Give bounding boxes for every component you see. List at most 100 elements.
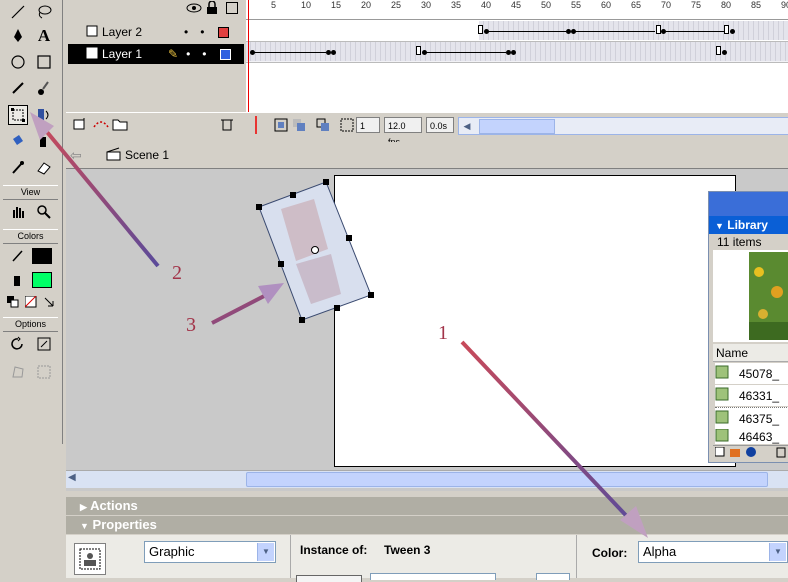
frame-track-layer-1[interactable] [246, 42, 788, 63]
ruler-tick-label: 80 [721, 0, 732, 10]
list-item[interactable]: 46331_ [715, 385, 788, 406]
new-symbol-icon[interactable] [714, 446, 725, 460]
color-effect-select[interactable]: Alpha ▼ [638, 541, 788, 563]
no-color-icon[interactable] [24, 295, 38, 309]
black-white-icon[interactable] [6, 295, 20, 309]
symbol-type-select[interactable]: Graphic ▼ [144, 541, 276, 563]
tools-panel: A View Colors Options [0, 0, 63, 444]
new-folder-icon[interactable] [729, 446, 741, 461]
current-frame-field[interactable]: 1 [356, 117, 380, 133]
actions-panel-header[interactable]: ▶ Actions [66, 497, 788, 515]
paint-bucket-tool-icon[interactable] [34, 131, 54, 151]
color-effect-value: Alpha [643, 544, 677, 559]
hand-tool-icon[interactable] [8, 202, 28, 222]
rotate-skew-icon[interactable] [8, 334, 28, 354]
stage-area[interactable]: ◀ [66, 169, 788, 491]
stroke-color-swatch[interactable] [32, 248, 52, 264]
scale-icon[interactable] [34, 334, 54, 354]
free-transform-tool-icon[interactable] [8, 105, 28, 125]
secondary-field[interactable] [370, 573, 496, 580]
swap-button[interactable] [296, 575, 362, 582]
swap-colors-icon[interactable] [42, 295, 56, 309]
ruler-tick-label: 85 [751, 0, 762, 10]
eyedropper-tool-icon[interactable] [8, 157, 28, 177]
insert-folder-icon[interactable] [112, 117, 128, 134]
delete-layer-icon[interactable] [220, 117, 234, 134]
visibility-dot-icon[interactable]: • [186, 47, 190, 61]
center-frame-icon[interactable] [274, 118, 288, 135]
library-titlebar[interactable] [709, 192, 788, 216]
delete-item-icon[interactable] [775, 446, 787, 461]
library-footer [713, 445, 788, 461]
expand-arrow-icon: ▶ [80, 502, 87, 512]
scene-name[interactable]: Scene 1 [125, 148, 169, 162]
visibility-dot-icon[interactable]: • [184, 25, 188, 39]
layer-color-swatch[interactable] [220, 48, 232, 60]
properties-info-icon[interactable] [745, 446, 757, 461]
ruler-tick-label: 90 [781, 0, 788, 10]
layer-row-1[interactable]: Layer 1 ✎ • • [68, 44, 244, 64]
stage-horizontal-scrollbar[interactable]: ◀ [66, 470, 788, 488]
pen-tool-icon[interactable] [8, 26, 28, 46]
onion-skin-outlines-icon[interactable] [316, 118, 330, 135]
add-layer-icon[interactable] [72, 117, 88, 134]
frames-area[interactable]: 5 10 15 20 25 30 35 40 45 50 55 60 65 70 75 80 85 90 [246, 0, 788, 112]
layer-color-swatch[interactable] [218, 26, 230, 38]
lasso-tool-icon[interactable] [34, 2, 54, 22]
stage-scroll-thumb[interactable] [246, 472, 768, 487]
scroll-thumb[interactable] [479, 119, 555, 134]
list-item[interactable]: 46375_ [715, 407, 788, 430]
eraser-tool-icon[interactable] [34, 157, 54, 177]
transformed-instance[interactable] [66, 169, 788, 469]
brush-tool-icon[interactable] [34, 78, 54, 98]
ink-bottle-tool-icon[interactable] [8, 131, 28, 151]
back-arrow-icon[interactable]: ⇦ [70, 148, 82, 162]
lock-icon[interactable] [206, 0, 218, 18]
library-name-column[interactable]: Name [713, 344, 788, 362]
ruler-tick-label: 55 [571, 0, 582, 10]
layer-row-2[interactable]: Layer 2 • • [68, 22, 244, 42]
ruler-tick-label: 40 [481, 0, 492, 10]
playhead[interactable] [248, 0, 249, 112]
edit-multiple-frames-icon[interactable] [340, 118, 354, 135]
ruler-tick-label: 75 [691, 0, 702, 10]
lock-dot-icon[interactable]: • [200, 25, 204, 39]
frame-track-layer-2[interactable] [246, 21, 788, 42]
zoom-tool-icon[interactable] [34, 202, 54, 222]
annotation-label-3: 3 [186, 314, 196, 336]
collapse-arrow-icon: ▼ [80, 521, 89, 531]
list-item[interactable]: 45078_ [715, 363, 788, 384]
color-label: Color: [592, 546, 628, 560]
lock-dot-icon[interactable]: • [202, 47, 206, 61]
text-tool-icon[interactable]: A [34, 26, 54, 46]
ruler-tick-label: 25 [391, 0, 402, 10]
timeline-panel: Layer 2 • • Layer 1 ✎ • • 5 10 15 20 25 30 35 4… [66, 0, 788, 147]
scene-icon [106, 147, 122, 164]
chevron-down-icon[interactable]: ▼ [257, 543, 274, 561]
chevron-down-icon[interactable]: ▼ [769, 543, 786, 561]
fill-transform-tool-icon[interactable] [34, 105, 54, 125]
list-item[interactable]: 46463_ [715, 429, 788, 444]
small-field[interactable] [536, 573, 570, 580]
eye-icon[interactable] [186, 2, 202, 17]
pencil-tool-icon[interactable] [8, 78, 28, 98]
outline-icon[interactable] [226, 2, 238, 14]
oval-tool-icon[interactable] [8, 52, 28, 72]
timeline-scrollbar[interactable]: ◀ [458, 117, 788, 135]
fill-color-swatch[interactable] [32, 272, 52, 288]
properties-panel-header[interactable]: ▼ Properties [66, 516, 788, 534]
library-header[interactable]: ▼ Library [709, 216, 788, 234]
envelope-icon[interactable] [34, 362, 54, 382]
distort-icon[interactable] [8, 362, 28, 382]
line-tool-icon[interactable] [8, 2, 28, 22]
frame-rate-field[interactable]: 12.0 fps [384, 117, 422, 147]
ruler-tick-label: 45 [511, 0, 522, 10]
onion-skin-icon[interactable] [292, 118, 306, 135]
add-guide-layer-icon[interactable] [92, 117, 110, 134]
frame-ruler[interactable]: 5 10 15 20 25 30 35 40 45 50 55 60 65 70 75 80 85 90 [246, 0, 788, 20]
scroll-left-icon[interactable]: ◀ [459, 118, 475, 134]
library-preview [713, 250, 788, 342]
symbol-type-value: Graphic [149, 544, 195, 559]
scroll-left-icon[interactable]: ◀ [68, 472, 76, 483]
rectangle-tool-icon[interactable] [34, 52, 54, 72]
